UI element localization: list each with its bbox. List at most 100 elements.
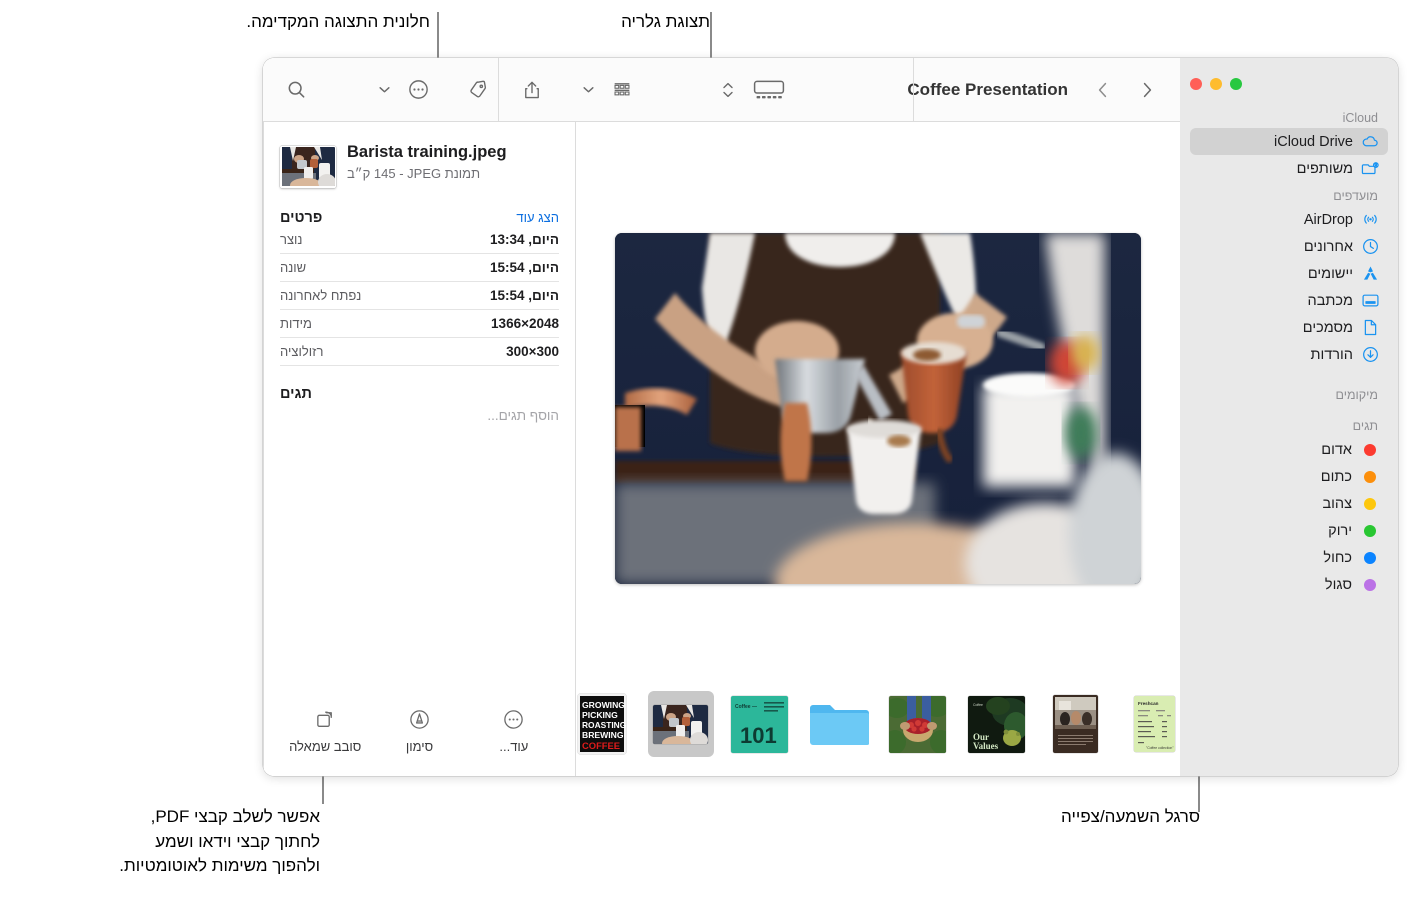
sidebar: iCloud iCloud Drive משותפים מועדפים AirD…	[1180, 58, 1398, 776]
sidebar-item-label: כתום	[1320, 468, 1352, 485]
svg-text:BREWING: BREWING	[582, 730, 624, 740]
tag-dot-green	[1364, 524, 1376, 537]
document-icon	[1361, 318, 1380, 337]
inspector-thumbnail	[280, 146, 336, 188]
svg-text:101: 101	[740, 723, 777, 748]
clock-icon	[1361, 237, 1380, 256]
detail-row-resolution: רזולוציה 300×300	[280, 338, 559, 366]
chevron-down-icon[interactable]	[571, 75, 605, 105]
svg-text:Freshcan: Freshcan	[1138, 701, 1159, 706]
sidebar-item-tag-purple[interactable]: סגול	[1190, 571, 1388, 598]
thumbnail-item-spreadsheet[interactable]: Freshcan "Coffee collection"	[1122, 691, 1188, 757]
sidebar-item-tag-blue[interactable]: כחול	[1190, 544, 1388, 571]
thumbnail-item-barista-training[interactable]	[647, 691, 714, 757]
group-view-button[interactable]	[605, 75, 639, 105]
sidebar-item-icloud-drive[interactable]: iCloud Drive	[1190, 128, 1388, 155]
svg-text:GROWING: GROWING	[582, 700, 625, 710]
more-circle-icon	[502, 707, 525, 731]
sidebar-item-label: ירוק	[1328, 522, 1352, 539]
search-button[interactable]	[279, 75, 313, 105]
quick-action-label: עוד...	[499, 739, 529, 754]
sidebar-item-desktop[interactable]: מכתבה	[1190, 287, 1388, 314]
meeting-photo-thumbnail	[1053, 695, 1098, 753]
detail-key: נוצר	[280, 232, 303, 247]
sidebar-item-airdrop[interactable]: AirDrop	[1190, 206, 1388, 233]
tag-dot-red	[1364, 443, 1376, 456]
detail-row-created: נוצר היום, 13:34	[280, 226, 559, 254]
sidebar-item-tag-orange[interactable]: כתום	[1190, 463, 1388, 490]
thumbnail-item-folder[interactable]	[806, 691, 872, 757]
gallery-view: Freshcan "Coffee collection" Coffee Our …	[576, 122, 1180, 776]
annotation-playback-bar: סרגל השמעה/צפייה	[1061, 807, 1200, 826]
sidebar-item-documents[interactable]: מסמכים	[1190, 314, 1388, 341]
zoom-button[interactable]	[1230, 78, 1242, 90]
main-area: Coffee Presentation Freshcan "Coffee col…	[263, 58, 1180, 776]
detail-row-modified: שונה היום, 15:54	[280, 254, 559, 282]
leader-line-gallery-view	[710, 12, 712, 60]
spreadsheet-thumbnail: Freshcan "Coffee collection"	[1134, 696, 1175, 752]
folder-thumbnail	[808, 700, 869, 749]
coffee-101-thumbnail: Coffee — 101	[731, 695, 788, 753]
sidebar-item-tag-green[interactable]: ירוק	[1190, 517, 1388, 544]
annotation-gallery-view: תצוגת גלריה	[621, 12, 710, 31]
svg-text:COFFEE: COFFEE	[582, 740, 620, 751]
thumbnail-item-poster[interactable]: GROWING PICKING ROASTING BREWING COFFEE	[569, 691, 635, 757]
thumbnail-item-meeting[interactable]	[1043, 691, 1109, 757]
sidebar-item-label: יישומים	[1307, 265, 1353, 282]
svg-text:Values: Values	[973, 741, 999, 751]
detail-key: נפתח לאחרונה	[280, 288, 362, 303]
navigate-forward-button[interactable]	[1130, 75, 1164, 105]
minimize-button[interactable]	[1210, 78, 1222, 90]
details-title: פרטים	[280, 210, 323, 226]
navigate-back-button[interactable]	[1086, 75, 1120, 105]
sidebar-item-applications[interactable]: יישומים	[1190, 260, 1388, 287]
detail-value: 1366×2048	[491, 316, 559, 331]
thumbnail-item-berries[interactable]	[885, 691, 951, 757]
annotation-more-actions: אפשר לשלב קבצי PDF, לחתוך קבצי וידאו ושמ…	[119, 807, 320, 876]
sidebar-item-label: הורדות	[1310, 346, 1353, 363]
show-more-link[interactable]: הצג עוד	[516, 210, 559, 225]
sidebar-item-downloads[interactable]: הורדות	[1190, 341, 1388, 368]
quick-action-more[interactable]: עוד...	[473, 707, 555, 754]
sidebar-item-label: iCloud Drive	[1274, 133, 1353, 150]
content-row: Freshcan "Coffee collection" Coffee Our …	[263, 122, 1180, 776]
detail-value: היום, 15:54	[489, 288, 559, 303]
playback-thumbnail-strip[interactable]: Freshcan "Coffee collection" Coffee Our …	[576, 684, 1180, 776]
gallery-view-button[interactable]	[749, 75, 789, 105]
quick-action-markup[interactable]: סימון	[379, 707, 461, 754]
berries-photo-thumbnail	[889, 695, 946, 753]
tag-button[interactable]	[461, 75, 495, 105]
add-tags-field[interactable]: הוסף תגים...	[280, 408, 559, 423]
preview-stage	[576, 122, 1180, 684]
chevron-down-icon[interactable]	[367, 75, 401, 105]
thumbnail-item-our-values[interactable]: Coffee Our Values	[964, 691, 1030, 757]
icloud-icon	[1361, 132, 1380, 151]
sidebar-section-locations: מיקומים	[1335, 388, 1378, 402]
toolbar: Coffee Presentation	[263, 58, 1180, 122]
tag-dot-blue	[1364, 551, 1376, 564]
quick-action-rotate-left[interactable]: סובב שמאלה	[284, 707, 366, 754]
toolbar-separator-1	[913, 58, 914, 121]
more-actions-button[interactable]	[401, 75, 435, 105]
tag-dot-purple	[1364, 578, 1376, 591]
thumbnail-item-coffee-101[interactable]: Coffee — 101	[727, 691, 793, 757]
sidebar-item-label: מסמכים	[1302, 319, 1353, 336]
shared-folder-icon	[1361, 159, 1380, 178]
hero-image[interactable]	[615, 232, 1141, 584]
applications-icon	[1361, 264, 1380, 283]
share-button[interactable]	[515, 75, 549, 105]
sidebar-item-tag-yellow[interactable]: צהוב	[1190, 490, 1388, 517]
sidebar-item-label: משותפים	[1296, 160, 1353, 177]
tags-section-header: תגים	[280, 386, 559, 402]
sidebar-item-shared[interactable]: משותפים	[1190, 155, 1388, 182]
sidebar-item-label: אדום	[1321, 441, 1352, 458]
sidebar-section-favorites: מועדפים	[1333, 189, 1378, 203]
quick-action-label: סימון	[405, 739, 434, 754]
sidebar-section-tags: תגים	[1352, 419, 1378, 433]
file-kind-size: תמונת JPEG ‏- 145 ק״ב	[347, 166, 481, 181]
sidebar-item-tag-red[interactable]: אדום	[1190, 436, 1388, 463]
sort-updown-button[interactable]	[711, 75, 745, 105]
sidebar-item-recents[interactable]: אחרונים	[1190, 233, 1388, 260]
annotation-preview-pane: חלונית התצוגה המקדימה.	[246, 12, 430, 31]
close-button[interactable]	[1190, 78, 1202, 90]
